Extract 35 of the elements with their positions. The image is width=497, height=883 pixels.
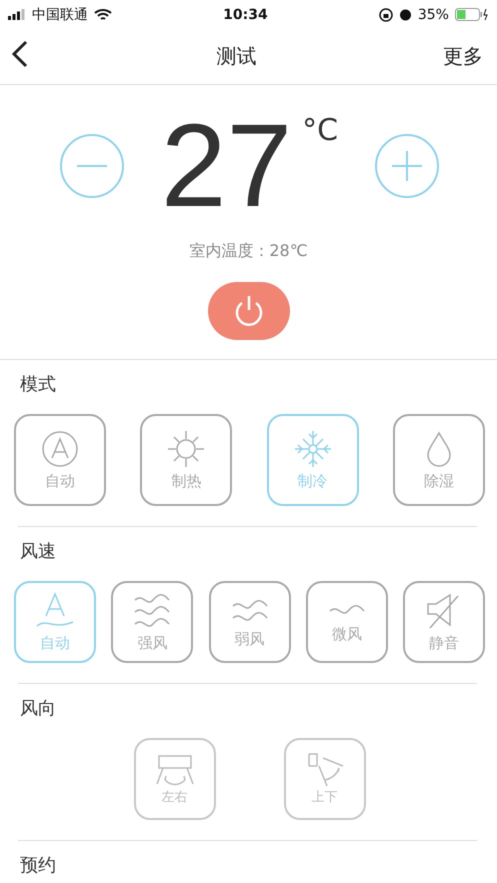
fan-speed-option[interactable]: 强风 <box>111 581 194 663</box>
sun-icon <box>167 430 206 468</box>
set-temperature: 27 <box>160 106 292 225</box>
battery-charging-icon <box>454 8 489 22</box>
indoor-temperature: 室内温度：28℃ <box>189 240 308 262</box>
status-time: 10:34 <box>223 6 268 23</box>
letter-a-wave-icon <box>35 592 75 630</box>
mode-option[interactable]: 除湿 <box>392 414 485 506</box>
fan-speed-option[interactable]: 微风 <box>306 581 388 663</box>
carrier-name: 中国联通 <box>32 6 88 24</box>
more-button[interactable]: 更多 <box>443 43 483 70</box>
back-chevron-icon <box>10 40 30 68</box>
mode-option[interactable]: 制冷 <box>266 414 359 506</box>
section-label: 风速 <box>19 540 57 564</box>
fan-speed-option[interactable]: 弱风 <box>208 581 290 663</box>
page-title: 测试 <box>216 43 256 70</box>
rotation-lock-icon <box>378 8 393 22</box>
plus-icon <box>392 150 422 181</box>
mode-option[interactable]: 自动 <box>14 414 106 506</box>
fan-speed-option[interactable]: 静音 <box>403 581 485 663</box>
signal-icon <box>8 9 26 20</box>
decrease-button[interactable] <box>60 134 124 198</box>
wifi-icon <box>94 8 112 22</box>
fan-speed-option[interactable]: 自动 <box>14 581 96 663</box>
temperature-unit: °C <box>302 112 338 148</box>
mode-option[interactable]: 制热 <box>140 414 232 506</box>
letter-a-circle-icon <box>41 430 79 468</box>
increase-button[interactable] <box>375 134 439 198</box>
section-label: 模式 <box>19 373 57 397</box>
power-button[interactable] <box>208 282 290 340</box>
power-icon <box>232 294 264 328</box>
section-label: 预约 <box>19 854 57 878</box>
section-label: 风向 <box>19 697 57 721</box>
battery-percent: 35% <box>418 6 449 23</box>
snowflake-icon <box>294 430 332 468</box>
